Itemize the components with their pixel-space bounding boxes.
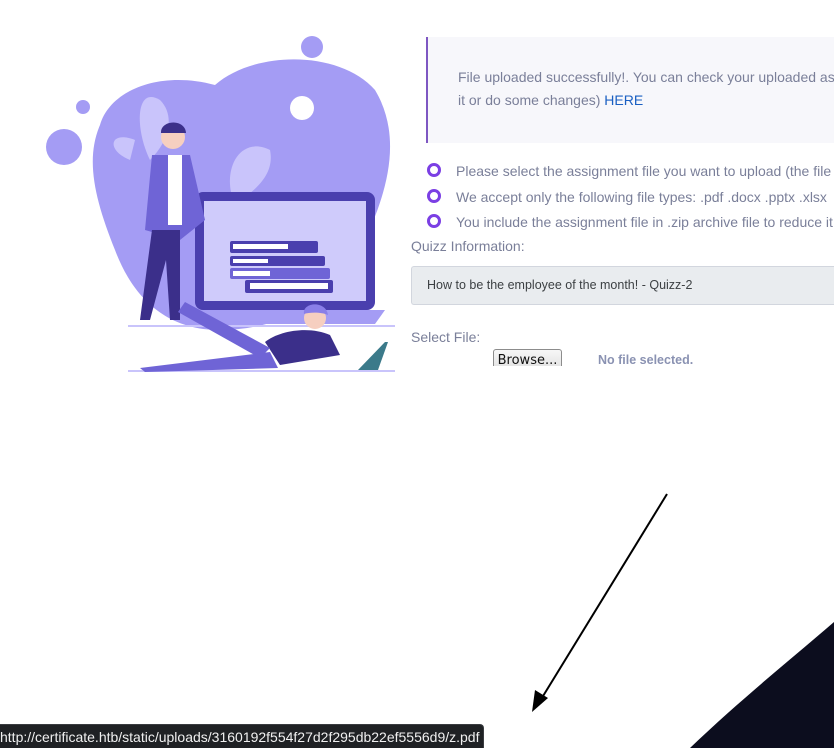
annotation-overlay — [532, 493, 834, 748]
annotation-arrow-icon — [539, 493, 668, 702]
page: File uploaded successfully!. You can che… — [0, 0, 834, 748]
dark-corner-shape — [690, 622, 834, 748]
browser-status-url: http://certificate.htb/static/uploads/31… — [0, 724, 485, 748]
